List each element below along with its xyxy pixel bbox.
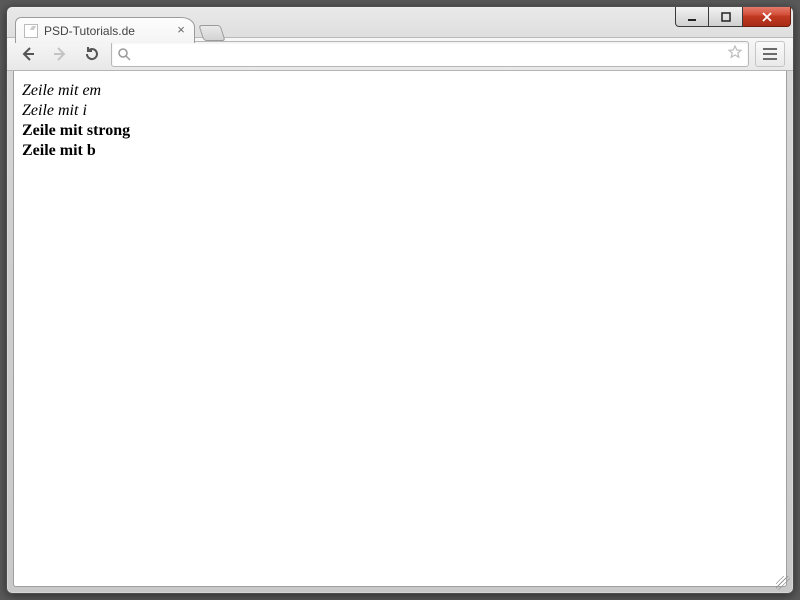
window-controls: [675, 7, 791, 27]
window-titlebar[interactable]: PSD-Tutorials.de ×: [7, 7, 793, 37]
arrow-left-icon: [19, 45, 37, 63]
tab-active[interactable]: PSD-Tutorials.de ×: [15, 17, 195, 43]
reload-button[interactable]: [79, 41, 105, 67]
text-i-line: Zeile mit i: [22, 101, 778, 121]
minimize-icon: [687, 12, 697, 22]
text-b-line: Zeile mit b: [22, 141, 778, 161]
new-tab-button[interactable]: [198, 25, 225, 41]
window-close-button[interactable]: [743, 7, 791, 27]
hamburger-icon: [763, 53, 777, 55]
back-button[interactable]: [15, 41, 41, 67]
page-favicon-icon: [24, 24, 38, 38]
tab-close-button[interactable]: ×: [174, 24, 188, 38]
bookmark-star-icon[interactable]: [728, 45, 742, 64]
text-em-line: Zeile mit em: [22, 81, 778, 101]
page-viewport: Zeile mit em Zeile mit i Zeile mit stron…: [13, 71, 787, 587]
text-strong-line: Zeile mit strong: [22, 121, 778, 141]
search-icon: [118, 48, 131, 61]
browser-window: PSD-Tutorials.de ×: [6, 6, 794, 594]
forward-button[interactable]: [47, 41, 73, 67]
tab-title: PSD-Tutorials.de: [44, 24, 135, 38]
window-maximize-button[interactable]: [709, 7, 743, 27]
address-bar[interactable]: [111, 41, 749, 67]
close-icon: [761, 12, 773, 22]
chrome-menu-button[interactable]: [755, 41, 785, 67]
address-input[interactable]: [137, 47, 722, 62]
maximize-icon: [721, 12, 731, 22]
arrow-right-icon: [51, 45, 69, 63]
tab-strip: PSD-Tutorials.de ×: [15, 15, 223, 43]
window-minimize-button[interactable]: [675, 7, 709, 27]
page-content: Zeile mit em Zeile mit i Zeile mit stron…: [14, 71, 786, 171]
reload-icon: [84, 46, 100, 62]
window-resize-grip[interactable]: [776, 576, 790, 590]
